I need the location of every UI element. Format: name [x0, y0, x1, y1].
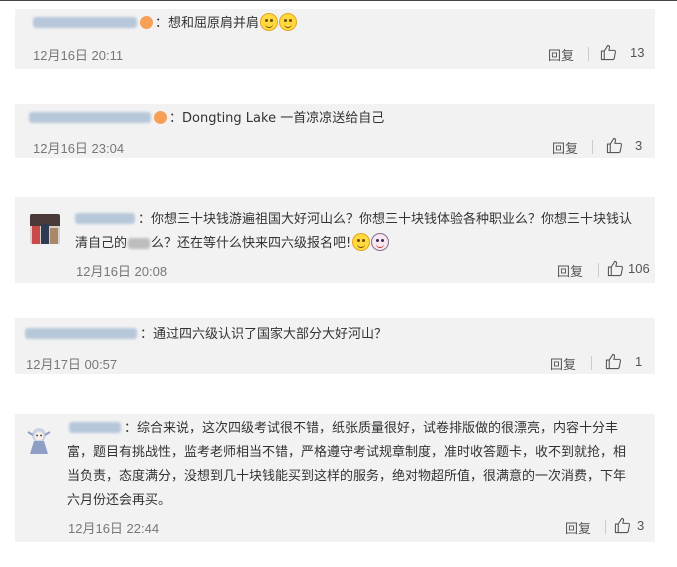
comment-text-line: 当负责，态度满分，没想到几十块钱能买到这样的服务，绝对物超所值，很满意的一次消费…	[67, 469, 627, 484]
comment-text-line: ：通过四六级认识了国家大部分大好河山？	[25, 323, 387, 347]
like-count: 3	[637, 518, 645, 533]
smile-emoji-icon	[279, 12, 298, 31]
avatar[interactable]	[24, 424, 54, 454]
like-count: 1	[635, 354, 643, 369]
username[interactable]	[25, 328, 137, 339]
thumbs-up-icon[interactable]	[605, 353, 622, 370]
comment-text-line: 富，题目有挑战性，监考老师相当不错，严格遵守考试规章制度，准时收答题卡，收不到就…	[67, 445, 627, 460]
divider	[592, 140, 593, 154]
smile-emoji-icon	[260, 12, 279, 31]
comment-timestamp: 12月17日 00:57	[26, 357, 118, 372]
comment-text-line: ：Dongting Lake 一首凉凉送给自己	[29, 107, 384, 131]
comment-content-line1: 综合来说，这次四级考试很不错，纸张质量很好，试卷排版做的很漂亮，内容十分丰	[137, 421, 619, 436]
avatar[interactable]	[30, 214, 60, 244]
like-count: 13	[630, 45, 645, 60]
comment-text-line: ：你想三十块钱游遍祖国大好河山么？你想三十块钱体验各种职业么？你想三十块钱认	[75, 208, 632, 232]
comment-card: ：你想三十块钱游遍祖国大好河山么？你想三十块钱体验各种职业么？你想三十块钱认 清…	[15, 197, 655, 283]
comment-card: ：Dongting Lake 一首凉凉送给自己 12月16日 23:04 回复 …	[15, 104, 655, 158]
comment-timestamp: 12月16日 20:11	[33, 48, 124, 63]
username[interactable]	[69, 422, 121, 433]
comment-content: 通过四六级认识了国家大部分大好河山？	[153, 327, 388, 342]
comment-content: Dongting Lake 一首凉凉送给自己	[182, 111, 385, 126]
comment-card: ：综合来说，这次四级考试很不错，纸张质量很好，试卷排版做的很漂亮，内容十分丰 富…	[15, 414, 655, 542]
comment-content-line2a: 清自己的	[75, 236, 128, 251]
comment-content-line2b: 么？还在等什么快来四六级报名吧!	[151, 236, 352, 251]
divider	[591, 356, 592, 370]
comment-card: ：通过四六级认识了国家大部分大好河山？ 12月17日 00:57 回复 1	[15, 318, 655, 374]
reply-button[interactable]: 回复	[552, 138, 578, 157]
member-badge-icon	[140, 16, 153, 29]
username[interactable]	[75, 213, 135, 224]
divider	[598, 263, 599, 277]
comment-content: 想和屈原肩并肩	[168, 16, 260, 31]
reply-button[interactable]: 回复	[548, 45, 574, 64]
doll-emoji-icon	[371, 232, 390, 251]
divider	[605, 520, 606, 534]
username[interactable]	[29, 112, 151, 123]
member-badge-icon	[154, 111, 167, 124]
thumbs-up-icon[interactable]	[606, 137, 623, 154]
comment-text-line: 六月份还会再买。	[67, 493, 172, 508]
comment-timestamp: 12月16日 23:04	[33, 141, 125, 156]
thumbs-up-icon[interactable]	[600, 44, 617, 61]
like-count: 106	[628, 261, 650, 276]
comment-text-line: 清自己的 么？还在等什么快来四六级报名吧!	[75, 232, 390, 256]
thumbs-up-icon[interactable]	[614, 517, 631, 534]
like-count: 3	[635, 138, 643, 153]
redacted-word	[128, 238, 151, 249]
reply-button[interactable]: 回复	[565, 518, 591, 537]
comment-text-line: ：想和屈原肩并肩	[33, 12, 298, 36]
top-divider	[0, 0, 677, 1]
comment-timestamp: 12月16日 20:08	[76, 264, 168, 279]
reply-button[interactable]: 回复	[557, 261, 583, 280]
divider	[588, 47, 589, 61]
reply-button[interactable]: 回复	[550, 354, 576, 373]
thumbs-up-icon[interactable]	[607, 260, 624, 277]
comment-timestamp: 12月16日 22:44	[68, 521, 160, 536]
comment-content-line1: 你想三十块钱游遍祖国大好河山么？你想三十块钱体验各种职业么？你想三十块钱认	[151, 212, 633, 227]
comment-text-line: ：综合来说，这次四级考试很不错，纸张质量很好，试卷排版做的很漂亮，内容十分丰	[69, 417, 618, 441]
smile-emoji-icon	[352, 232, 371, 251]
username[interactable]	[33, 17, 137, 28]
comment-card: ：想和屈原肩并肩 12月16日 20:11 回复 13	[15, 9, 655, 69]
